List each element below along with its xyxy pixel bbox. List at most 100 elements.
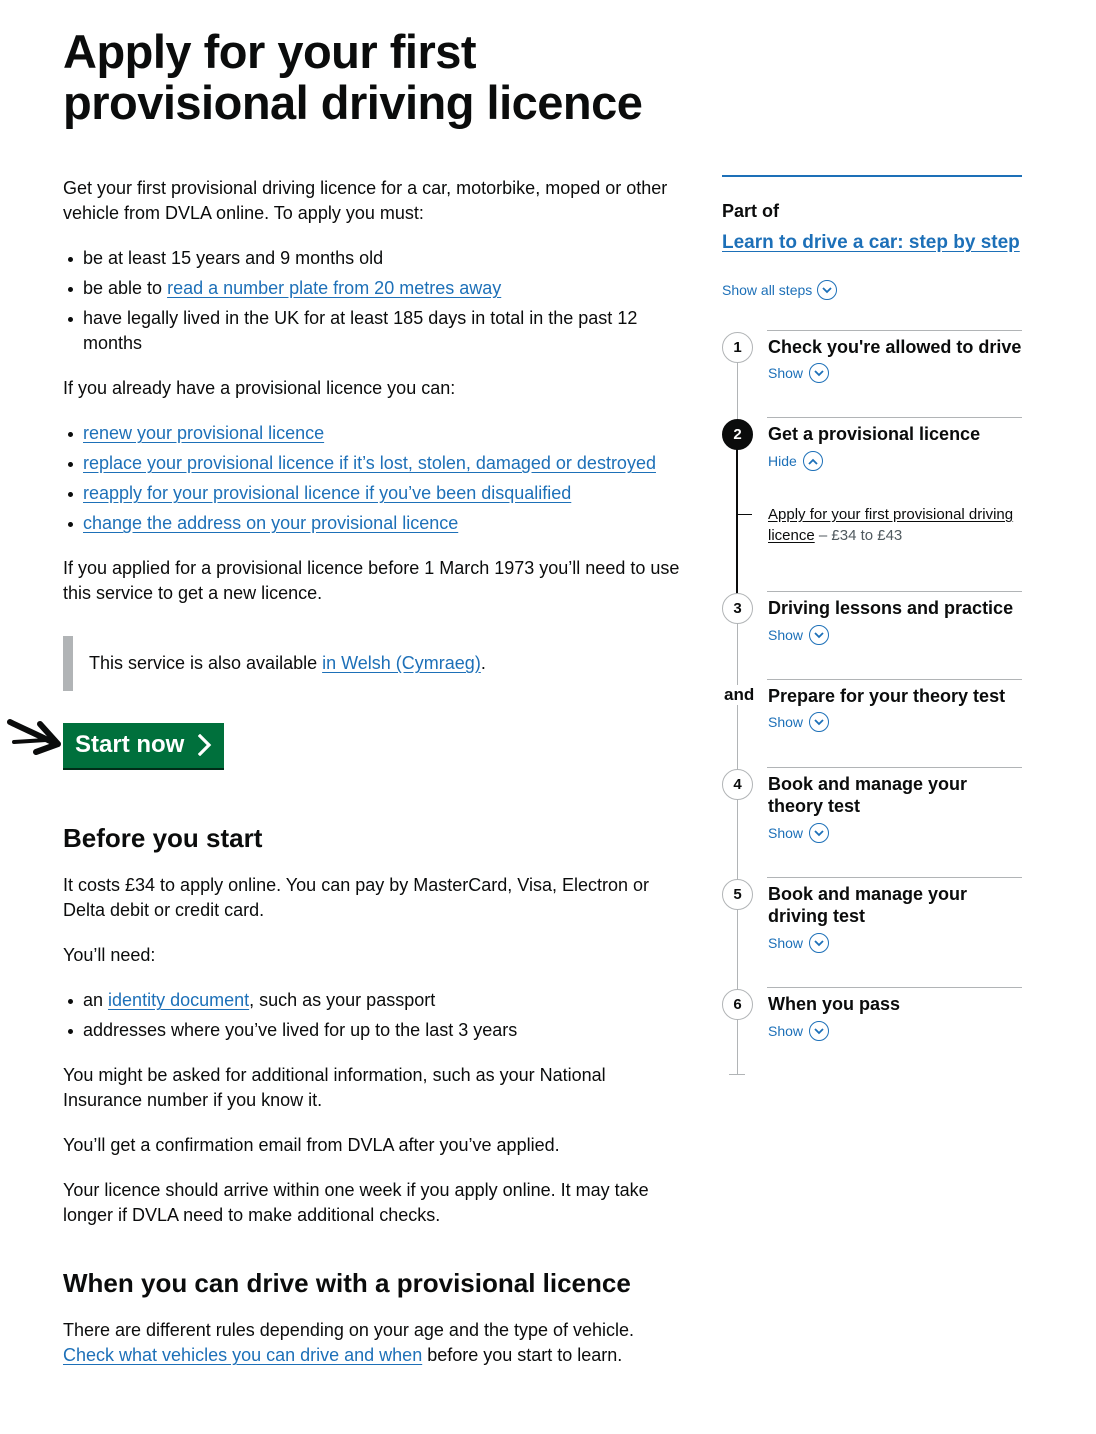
list-item: be at least 15 years and 9 months old — [68, 246, 688, 271]
list-item: change the address on your provisional l… — [68, 511, 688, 536]
already-have-text: If you already have a provisional licenc… — [63, 378, 456, 398]
chevron-up-icon — [802, 451, 823, 471]
learn-to-drive-link[interactable]: Learn to drive a car: step by step — [722, 232, 1022, 254]
welsh-inset: This service is also available in Welsh … — [63, 636, 688, 691]
step-divider — [767, 330, 1022, 331]
step-number: 4 — [722, 769, 753, 800]
list-item: an identity document, such as your passp… — [68, 988, 688, 1013]
start-now-label: Start now — [75, 731, 185, 758]
list-item: have legally lived in the UK for at leas… — [68, 306, 688, 356]
need-addresses: addresses where you’ve lived for up to t… — [83, 1020, 518, 1040]
toggle-label: Show — [768, 714, 804, 730]
show-all-steps-button[interactable]: Show all steps — [722, 280, 1022, 300]
list-item: renew your provisional licence — [68, 421, 688, 446]
toggle-label: Show — [768, 935, 804, 951]
step-title[interactable]: Check you're allowed to drive — [768, 336, 1022, 358]
step-title[interactable]: Prepare for your theory test — [768, 685, 1022, 707]
toggle-label: Show — [768, 365, 804, 381]
renew-licence-link[interactable]: renew your provisional licence — [83, 423, 324, 443]
check-vehicles-link[interactable]: Check what vehicles you can drive and wh… — [63, 1345, 422, 1365]
list-item: replace your provisional licence if it’s… — [68, 451, 688, 476]
step-title[interactable]: Book and manage your theory test — [768, 773, 1022, 817]
step-number: 6 — [722, 989, 753, 1020]
step-divider — [767, 987, 1022, 988]
change-address-link[interactable]: change the address on your provisional l… — [83, 513, 458, 533]
step-divider — [767, 417, 1022, 418]
step-and-label: and — [724, 685, 755, 705]
welsh-prefix: This service is also available — [89, 653, 323, 673]
you-need-text: You’ll need: — [63, 945, 156, 965]
page-title: Apply for your first provisional driving… — [63, 25, 643, 129]
step-number: 3 — [722, 593, 753, 624]
step-hide-toggle[interactable]: Hide — [768, 451, 823, 471]
requirement-eyesight-prefix: be able to — [83, 278, 168, 298]
pointer-arrow-icon — [6, 712, 62, 763]
chevron-down-icon — [809, 625, 830, 645]
provisional-links-list: renew your provisional licence replace y… — [68, 421, 688, 536]
step-number: 2 — [722, 419, 753, 450]
start-now-button[interactable]: Start now — [63, 723, 225, 768]
welsh-link[interactable]: in Welsh (Cymraeg) — [322, 653, 481, 673]
step-sub-item: Apply for your first provisional driving… — [768, 504, 1022, 546]
when-drive-text: There are different rules depending on y… — [63, 1318, 688, 1368]
step-number: 5 — [722, 879, 753, 910]
step-connector-active — [736, 435, 738, 595]
need-identity-suffix: , such as your passport — [249, 990, 436, 1010]
step-divider — [767, 877, 1022, 878]
step-by-step-sidebar: Part of Learn to drive a car: step by st… — [722, 175, 1022, 300]
list-item: reapply for your provisional licence if … — [68, 481, 688, 506]
price-range: – £34 to £43 — [814, 527, 903, 544]
chevron-down-icon — [809, 933, 830, 953]
step-divider — [767, 591, 1022, 592]
step-divider — [767, 767, 1022, 768]
intro-text: Get your first provisional driving licen… — [63, 178, 668, 223]
part-of-label: Part of — [722, 201, 780, 221]
step-title[interactable]: Book and manage your driving test — [768, 883, 1022, 927]
toggle-label: Hide — [768, 453, 797, 469]
chevron-right-icon — [198, 734, 212, 756]
when-drive-suffix: before you start to learn. — [422, 1345, 623, 1365]
replace-licence-link[interactable]: replace your provisional licence if it’s… — [83, 453, 656, 473]
sidebar-top-rule — [722, 175, 1022, 177]
confirmation-text: You’ll get a confirmation email from DVL… — [63, 1135, 560, 1155]
step-show-toggle[interactable]: Show — [768, 363, 830, 383]
chevron-down-icon — [809, 363, 830, 383]
when-drive-rules: There are different rules depending on y… — [63, 1320, 635, 1340]
before-1973-text: If you applied for a provisional licence… — [63, 558, 680, 603]
additional-info-text: You might be asked for additional inform… — [63, 1065, 606, 1110]
requirement-age: be at least 15 years and 9 months old — [83, 248, 384, 268]
step-show-toggle[interactable]: Show — [768, 1021, 830, 1041]
needs-list: an identity document, such as your passp… — [68, 988, 688, 1043]
arrival-text: Your licence should arrive within one we… — [63, 1180, 649, 1225]
toggle-label: Show — [768, 627, 804, 643]
main-content: Get your first provisional driving licen… — [63, 176, 688, 1388]
step-show-toggle[interactable]: Show — [768, 712, 830, 732]
requirements-list: be at least 15 years and 9 months old be… — [68, 246, 688, 356]
list-item: be able to read a number plate from 20 m… — [68, 276, 688, 301]
requirement-residency: have legally lived in the UK for at leas… — [83, 308, 638, 353]
list-item: addresses where you’ve lived for up to t… — [68, 1018, 688, 1043]
welsh-suffix: . — [480, 653, 486, 673]
costs-text: It costs £34 to apply online. You can pa… — [63, 875, 650, 920]
chevron-down-icon — [809, 1021, 830, 1041]
sub-item-marker — [738, 514, 752, 515]
when-drive-heading: When you can drive with a provisional li… — [63, 1268, 631, 1298]
step-title[interactable]: Get a provisional licence — [768, 423, 1022, 445]
step-number: 1 — [722, 332, 753, 363]
steps-end-marker — [729, 1074, 745, 1075]
reapply-licence-link[interactable]: reapply for your provisional licence if … — [83, 483, 571, 503]
show-all-steps-label: Show all steps — [722, 282, 813, 298]
chevron-down-icon — [809, 823, 830, 843]
step-divider — [767, 679, 1022, 680]
step-title[interactable]: When you pass — [768, 993, 1022, 1015]
toggle-label: Show — [768, 1023, 804, 1039]
step-show-toggle[interactable]: Show — [768, 933, 830, 953]
number-plate-link[interactable]: read a number plate from 20 metres away — [167, 278, 501, 298]
step-title[interactable]: Driving lessons and practice — [768, 597, 1022, 619]
identity-document-link[interactable]: identity document — [108, 990, 249, 1010]
need-identity-prefix: an — [83, 990, 109, 1010]
chevron-down-icon — [809, 712, 830, 732]
step-show-toggle[interactable]: Show — [768, 823, 830, 843]
step-show-toggle[interactable]: Show — [768, 625, 830, 645]
chevron-down-icon — [817, 280, 838, 300]
